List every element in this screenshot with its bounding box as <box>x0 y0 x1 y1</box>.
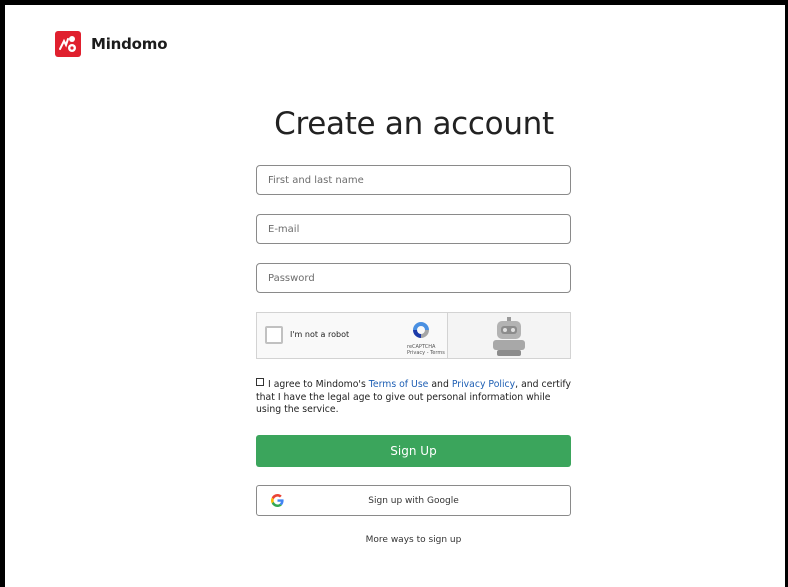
brand-logo[interactable]: Mindomo <box>55 31 168 57</box>
agree-text-and: and <box>428 379 452 390</box>
terms-agreement: I agree to Mindomo's Terms of Use and Pr… <box>256 378 574 417</box>
recaptcha-icon <box>413 322 429 338</box>
recaptcha-widget: I'm not a robot reCAPTCHA Privacy - Term… <box>256 312 571 359</box>
robot-icon <box>493 317 525 356</box>
google-button-label: Sign up with Google <box>368 495 459 506</box>
sign-up-button[interactable]: Sign Up <box>256 435 571 467</box>
agree-text-before: I agree to Mindomo's <box>268 379 369 390</box>
recaptcha-label: I'm not a robot <box>290 330 350 339</box>
recaptcha-links[interactable]: Privacy - Terms <box>407 350 445 356</box>
recaptcha-logo: reCAPTCHA Privacy - Terms <box>407 320 445 356</box>
recaptcha-robot-area <box>448 313 570 358</box>
more-ways-link[interactable]: More ways to sign up <box>256 535 571 545</box>
brand-name: Mindomo <box>91 35 168 53</box>
privacy-policy-link[interactable]: Privacy Policy <box>452 379 515 390</box>
recaptcha-panel: I'm not a robot reCAPTCHA Privacy - Term… <box>257 313 448 358</box>
signup-page: Mindomo Create an account I'm not a robo… <box>5 5 785 587</box>
email-field-wrapper <box>256 214 571 244</box>
recaptcha-checkbox[interactable] <box>265 326 283 344</box>
password-field-wrapper <box>256 263 571 293</box>
terms-of-use-link[interactable]: Terms of Use <box>369 379 429 390</box>
name-field-wrapper <box>256 165 571 195</box>
email-input[interactable] <box>257 223 570 235</box>
google-sign-up-button[interactable]: Sign up with Google <box>256 485 571 516</box>
mindomo-logo-icon <box>55 31 81 57</box>
agree-checkbox[interactable] <box>256 378 264 386</box>
password-input[interactable] <box>257 272 570 284</box>
name-input[interactable] <box>257 174 570 186</box>
page-title: Create an account <box>274 106 554 142</box>
google-icon <box>271 494 284 507</box>
